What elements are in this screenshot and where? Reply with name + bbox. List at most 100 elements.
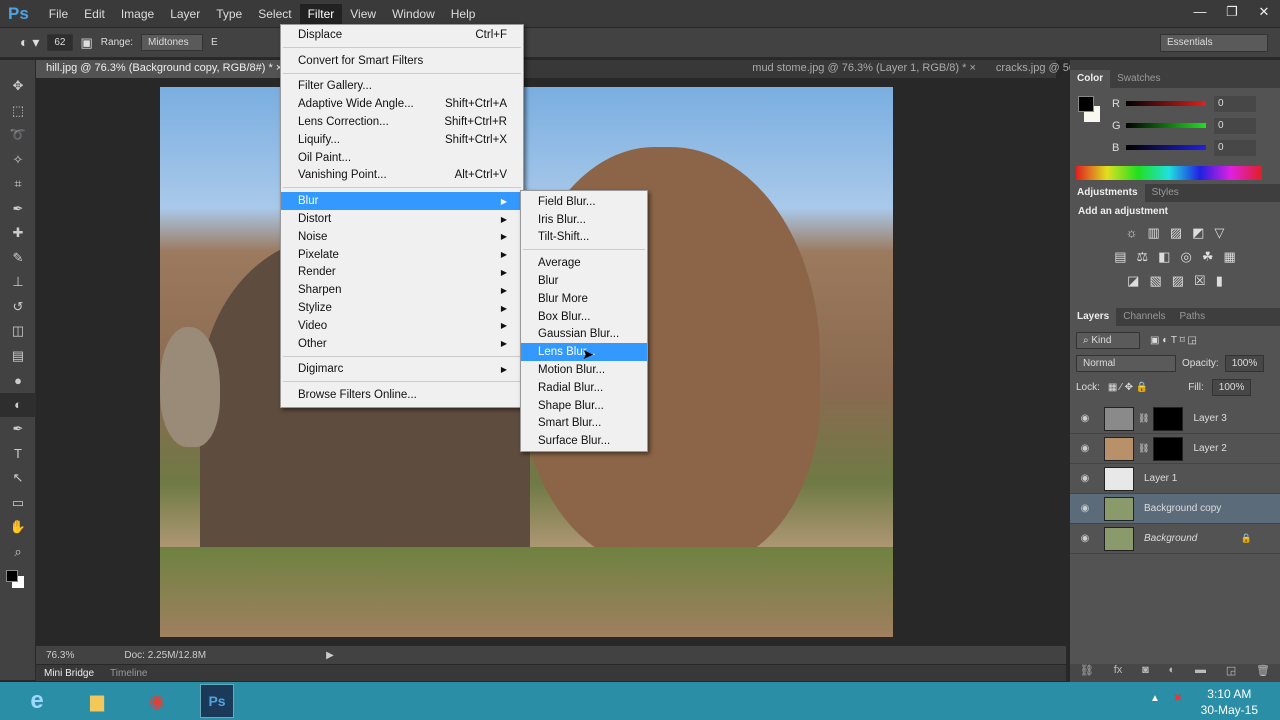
menu-item-pixelate[interactable]: Pixelate ▶ <box>281 246 523 264</box>
minimize-button[interactable]: — <box>1184 0 1216 24</box>
menu-item-blur-more[interactable]: Blur More <box>521 290 647 308</box>
gradient-tool-icon[interactable]: ▤ <box>0 344 36 369</box>
document-tab[interactable]: mud stome.jpg @ 76.3% (Layer 1, RGB/8) *… <box>742 60 986 78</box>
workspace-select[interactable]: Essentials <box>1160 34 1268 52</box>
r-slider[interactable] <box>1126 101 1206 106</box>
close-tab-icon[interactable]: × <box>966 62 975 74</box>
brush-tool-icon[interactable]: ✎ <box>0 246 36 271</box>
file-explorer-icon[interactable]: ▆ <box>80 684 114 718</box>
path-select-tool-icon[interactable]: ↖ <box>0 466 36 491</box>
visibility-eye-icon[interactable]: ◉ <box>1070 443 1100 454</box>
eyedropper-tool-icon[interactable]: ✒ <box>0 197 36 222</box>
layer-mask-thumbnail[interactable] <box>1153 406 1184 431</box>
brightness-icon[interactable]: ☼ <box>1126 225 1138 241</box>
link-icon[interactable]: ⛓ <box>1138 413 1149 424</box>
tab-channels[interactable]: Channels <box>1116 308 1172 326</box>
visibility-eye-icon[interactable]: ◉ <box>1070 473 1100 484</box>
menu-item-iris-blur[interactable]: Iris Blur... <box>521 211 647 229</box>
layer-row[interactable]: ◉ Layer 1 <box>1070 464 1280 494</box>
layer-mask-thumbnail[interactable] <box>1153 436 1184 461</box>
history-brush-tool-icon[interactable]: ↺ <box>0 295 36 320</box>
menu-item-sharpen[interactable]: Sharpen ▶ <box>281 281 523 299</box>
status-menu-arrow-icon[interactable]: ▶ <box>326 650 334 661</box>
menu-edit[interactable]: Edit <box>76 4 113 24</box>
vibrance-icon[interactable]: ▽ <box>1214 225 1224 241</box>
opacity-input[interactable]: 100% <box>1224 354 1265 372</box>
sponge-tool-icon[interactable]: ◐ <box>0 392 36 417</box>
tab-adjustments[interactable]: Adjustments <box>1070 184 1145 202</box>
photoshop-taskbar-icon[interactable]: Ps <box>200 684 234 718</box>
g-slider[interactable] <box>1126 123 1206 128</box>
hue-saturation-icon[interactable]: ▤ <box>1114 249 1126 265</box>
lock-icons[interactable]: ▦ ⁄ ✥ 🔒 <box>1108 382 1148 393</box>
pen-tool-icon[interactable]: ✒ <box>0 417 36 442</box>
b-value[interactable]: 0 <box>1214 140 1256 156</box>
posterize-icon[interactable]: ▧ <box>1149 273 1161 289</box>
layer-row[interactable]: ◉ ⛓ Layer 3 <box>1070 404 1280 434</box>
layer-filter-kind[interactable]: ⌕ Kind <box>1076 331 1140 349</box>
menu-item-surface-blur[interactable]: Surface Blur... <box>521 432 647 450</box>
quick-select-tool-icon[interactable]: ✧ <box>0 148 36 173</box>
layer-row[interactable]: ◉ ⛓ Layer 2 <box>1070 434 1280 464</box>
adjustment-layer-icon[interactable]: ◐ <box>1169 664 1176 682</box>
blend-mode-select[interactable]: Normal <box>1076 354 1176 372</box>
shape-tool-icon[interactable]: ▭ <box>0 491 36 516</box>
menu-image[interactable]: Image <box>113 4 162 24</box>
new-layer-icon[interactable]: ◲ <box>1226 664 1236 682</box>
menu-item-noise[interactable]: Noise ▶ <box>281 228 523 246</box>
move-tool-icon[interactable]: ✥ <box>0 74 36 99</box>
menu-item-tilt-shift[interactable]: Tilt-Shift... <box>521 229 647 247</box>
menu-filter[interactable]: Filter <box>299 3 343 24</box>
fill-input[interactable]: 100% <box>1211 378 1252 396</box>
menu-item-displace[interactable]: Displace Ctrl+F <box>281 26 523 44</box>
menu-item-distort[interactable]: Distort ▶ <box>281 210 523 228</box>
color-spectrum[interactable] <box>1076 166 1262 180</box>
filter-icons[interactable]: ▣ ◐ T ⌑ ◲ <box>1150 335 1197 346</box>
trash-icon[interactable]: 🗑 <box>1256 664 1270 682</box>
color-balance-icon[interactable]: ⚖ <box>1137 249 1149 265</box>
zoom-tool-icon[interactable]: ⌕ <box>0 540 36 565</box>
dodge-tool-icon[interactable]: ● <box>0 368 36 393</box>
menu-item-stylize[interactable]: Stylize ▶ <box>281 299 523 317</box>
menu-view[interactable]: View <box>342 4 384 24</box>
tab-mini-bridge[interactable]: Mini Bridge <box>44 668 94 679</box>
tray-icons[interactable]: ▲ ✖ <box>1150 693 1182 704</box>
menu-item-smart-blur[interactable]: Smart Blur... <box>521 415 647 433</box>
menu-item-digimarc[interactable]: Digimarc ▶ <box>281 361 523 379</box>
menu-item-field-blur[interactable]: Field Blur... <box>521 193 647 211</box>
gradient-map-icon[interactable]: ▮ <box>1216 273 1223 289</box>
menu-item-blur[interactable]: Blur ▶ <box>281 192 523 211</box>
stamp-tool-icon[interactable]: ⊥ <box>0 270 36 295</box>
menu-item-browse-filters-online[interactable]: Browse Filters Online... <box>281 386 523 404</box>
fx-icon[interactable]: fx <box>1114 664 1123 682</box>
photo-filter-icon[interactable]: ◎ <box>1180 249 1191 265</box>
selective-color-icon[interactable]: ☒ <box>1194 273 1206 289</box>
chrome-icon[interactable]: ◉ <box>140 684 174 718</box>
brush-panel-icon[interactable]: ▣ <box>81 35 93 51</box>
range-select[interactable]: Midtones <box>141 34 204 51</box>
menu-select[interactable]: Select <box>250 4 299 24</box>
menu-item-oil-paint[interactable]: Oil Paint... <box>281 149 523 167</box>
menu-item-shape-blur[interactable]: Shape Blur... <box>521 397 647 415</box>
maximize-button[interactable]: ❐ <box>1216 0 1248 24</box>
tab-paths[interactable]: Paths <box>1173 308 1213 326</box>
foreground-color-swatch[interactable] <box>1078 96 1094 112</box>
internet-explorer-icon[interactable]: e <box>20 684 54 718</box>
group-folder-icon[interactable]: ▬ <box>1195 664 1206 682</box>
clock[interactable]: 3:10 AM 30-May-15 <box>1201 686 1258 718</box>
mask-icon[interactable]: ◙ <box>1142 664 1149 682</box>
menu-item-radial-blur[interactable]: Radial Blur... <box>521 379 647 397</box>
invert-icon[interactable]: ◪ <box>1127 273 1139 289</box>
curves-icon[interactable]: ▨ <box>1170 225 1182 241</box>
menu-item-motion-blur[interactable]: Motion Blur... <box>521 361 647 379</box>
brush-size-picker[interactable]: 62 <box>47 34 73 51</box>
menu-item-render[interactable]: Render ▶ <box>281 264 523 282</box>
healing-tool-icon[interactable]: ✚ <box>0 221 36 246</box>
menu-item-video[interactable]: Video ▶ <box>281 317 523 335</box>
menu-item-convert-for-smart-filters[interactable]: Convert for Smart Filters <box>281 52 523 70</box>
menu-file[interactable]: File <box>41 4 76 24</box>
menu-item-filter-gallery[interactable]: Filter Gallery... <box>281 78 523 96</box>
close-button[interactable]: ✕ <box>1248 0 1280 24</box>
link-icon[interactable]: ⛓ <box>1138 443 1149 454</box>
hand-tool-icon[interactable]: ✋ <box>0 515 36 540</box>
